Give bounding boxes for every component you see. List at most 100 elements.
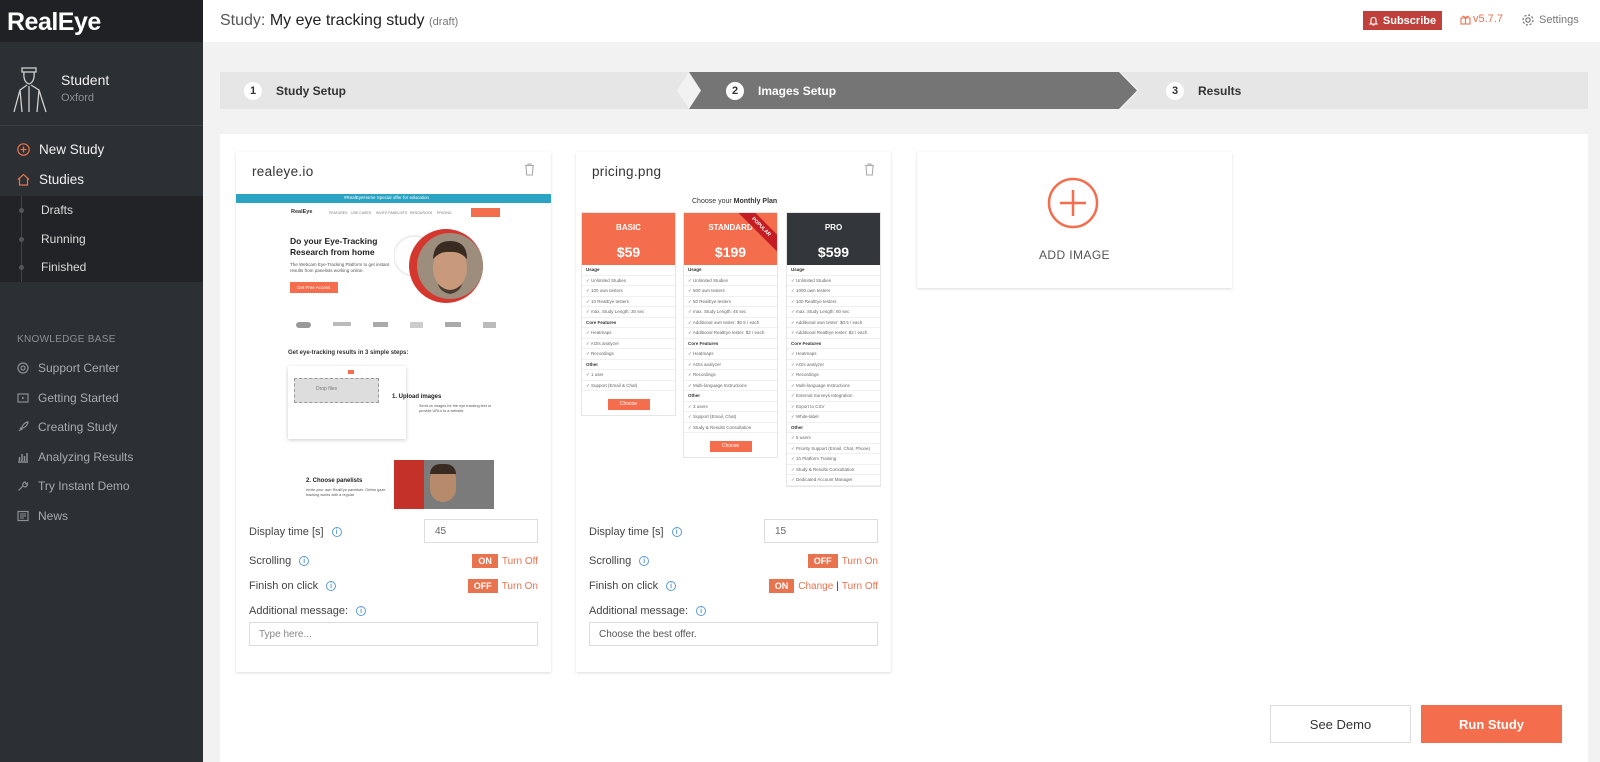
sidebar: RealEye Student Oxford New Study Studies… (0, 0, 203, 762)
home-icon (17, 173, 30, 186)
subnav-drafts[interactable]: Drafts (0, 196, 203, 225)
additional-message-input[interactable]: Choose the best offer. (589, 622, 878, 646)
additional-message-label: Additional message: i (589, 605, 707, 617)
plan-pro-rows: Usage ✓ Unlimited Studies ✓ 1000 own teste… (787, 265, 880, 486)
finish-on-click-toggle: OFF Turn On (467, 579, 538, 593)
preview-banner: #RealEyeHome Special offer for education (344, 195, 429, 200)
preview-step2: 2. Choose panelists (306, 478, 363, 484)
plus-circle-icon (17, 142, 30, 156)
subnav-running[interactable]: Running (0, 225, 203, 254)
display-time-label: Display time [s] i (589, 526, 682, 538)
kb-creating-study[interactable]: Creating Study (0, 413, 203, 443)
user-org: Oxford (61, 92, 95, 104)
kb-support-center-label: Support Center (38, 361, 120, 376)
plan-choose-button: Choose (607, 399, 650, 410)
preview-nav-5: PRICING (437, 211, 452, 215)
info-icon[interactable]: i (356, 606, 367, 616)
finish-turn-on-link[interactable]: Turn On (502, 581, 538, 592)
nav-studies-label: Studies (39, 171, 85, 187)
info-icon[interactable]: i (671, 527, 682, 537)
version-label: v5.7.7 (1473, 13, 1503, 25)
image-card-pricing: pricing.png Choose your Monthly Plan BAS… (576, 152, 891, 672)
kb-support-center[interactable]: Support Center (0, 354, 203, 384)
kb-creating-study-label: Creating Study (38, 420, 118, 435)
study-title: Study: My eye tracking study (draft) (220, 12, 458, 30)
subscribe-button[interactable]: Subscribe (1363, 11, 1442, 30)
additional-message-label: Additional message: i (249, 605, 367, 617)
scrolling-label: Scrolling i (249, 555, 310, 567)
plan-basic-rows: Usage ✓ Unlimited Studies ✓ 100 own tester… (582, 265, 675, 391)
image-card-realeye: realeye.io #RealEyeHome Special offer fo… (236, 152, 551, 672)
info-icon[interactable]: i (299, 556, 310, 566)
rocket-icon (18, 421, 29, 432)
finish-state-badge: ON (768, 579, 795, 593)
version-link[interactable]: v5.7.7 (1460, 13, 1503, 25)
preview-step1-sub: Send us images for the eye tracking test… (419, 404, 492, 413)
top-header: Study: My eye tracking study (draft) Sub… (203, 0, 1600, 42)
preview-sub: The Webcam Eye-Tracking Platform to get … (290, 262, 390, 273)
add-image-card[interactable]: ADD IMAGE (917, 152, 1232, 288)
user-profile[interactable]: Student Oxford (0, 42, 203, 126)
scrolling-turn-on-link[interactable]: Turn On (842, 556, 878, 567)
preview-step1: 1. Upload images (392, 394, 442, 400)
trash-icon[interactable] (864, 163, 875, 176)
preview-drop: Drop files (316, 386, 338, 392)
nav-studies[interactable]: Studies (0, 164, 203, 194)
kb-getting-started[interactable]: Getting Started (0, 383, 203, 413)
scrolling-toggle: OFF Turn On (807, 554, 878, 568)
add-image-plus-icon (1047, 177, 1099, 229)
info-icon[interactable]: i (326, 581, 337, 591)
step-study-setup[interactable]: 1 Study Setup (244, 72, 346, 109)
gear-icon (1522, 14, 1534, 26)
step-results[interactable]: 3 Results (1166, 72, 1241, 109)
scrolling-state-badge: ON (472, 554, 498, 568)
kb-analyzing-results[interactable]: Analyzing Results (0, 442, 203, 472)
preview-headline-2: Research from home (290, 247, 375, 257)
run-study-button[interactable]: Run Study (1421, 705, 1562, 743)
kb-try-instant-demo[interactable]: Try Instant Demo (0, 472, 203, 502)
settings-link[interactable]: Settings (1521, 13, 1579, 27)
info-icon[interactable]: i (666, 581, 677, 591)
scrolling-turn-off-link[interactable]: Turn Off (502, 556, 538, 567)
display-time-input[interactable]: 15 (764, 519, 878, 543)
brand-logo[interactable]: RealEye (0, 0, 203, 42)
step-1-number: 1 (244, 81, 262, 100)
steps-background (220, 72, 1588, 109)
info-icon[interactable]: i (639, 556, 650, 566)
preview-logo: RealEye (291, 209, 313, 215)
plan-standard: STANDARD $199 POPULAR Usage ✓ Unlimited S… (683, 212, 778, 458)
preview-portrait-icon (394, 229, 483, 303)
finish-separator: | (836, 580, 839, 592)
finish-on-click-label: Finish on click i (589, 580, 677, 592)
trash-icon[interactable] (524, 163, 535, 176)
settings-label: Settings (1539, 14, 1579, 26)
display-time-input[interactable]: 45 (424, 519, 538, 543)
finish-turn-off-link[interactable]: Turn Off (842, 581, 878, 592)
finish-on-click-toggle: ON Change | Turn Off (768, 579, 878, 593)
info-icon[interactable]: i (331, 527, 342, 537)
see-demo-button[interactable]: See Demo (1270, 705, 1411, 743)
add-image-label: ADD IMAGE (1039, 248, 1110, 262)
kb-try-instant-demo-label: Try Instant Demo (38, 479, 130, 494)
preview-nav-4: RESOURCES (410, 211, 433, 215)
image-preview: Choose your Monthly Plan BASIC $59 Usage… (576, 194, 891, 509)
subscribe-label: Subscribe (1382, 14, 1437, 27)
video-icon (17, 393, 29, 403)
step-images-setup[interactable]: 2 Images Setup (726, 72, 836, 109)
nav-new-study[interactable]: New Study (0, 134, 203, 164)
wrench-icon (18, 481, 29, 492)
kb-news[interactable]: News (0, 501, 203, 531)
images-panel: realeye.io #RealEyeHome Special offer fo… (220, 134, 1588, 762)
study-prefix: Study: (220, 12, 266, 29)
studies-subnav: Drafts Running Finished (0, 196, 203, 282)
additional-message-input[interactable]: Type here... (249, 622, 538, 646)
subnav-finished[interactable]: Finished (0, 253, 203, 282)
steps-bar: 1 Study Setup 2 Images Setup 3 Results (220, 72, 1588, 109)
newspaper-icon (17, 510, 29, 521)
scrolling-state-badge: OFF (807, 554, 838, 568)
bar-chart-icon (18, 452, 28, 463)
plan-standard-rows: Usage ✓ Unlimited Studies ✓ 500 own tester… (684, 265, 777, 433)
finish-change-link[interactable]: Change (798, 581, 833, 592)
kb-title: KNOWLEDGE BASE (17, 333, 116, 345)
info-icon[interactable]: i (696, 606, 707, 616)
